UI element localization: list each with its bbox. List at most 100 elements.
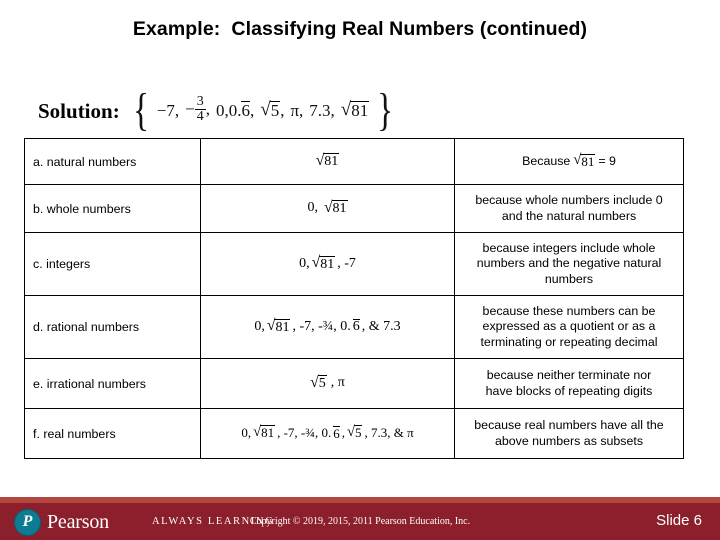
solution-set: { −7, −3 4, 0,0.6, √ 5, π, 7.3, √ 81 } <box>130 87 397 133</box>
row-reason: because integers include whole numbers a… <box>454 232 684 296</box>
table-row: d. rational numbers 0, √ 81 , -7, -¾, 0. 6… <box>24 295 684 359</box>
radicand: 81 <box>323 153 340 169</box>
radicand: 81 <box>580 153 596 169</box>
sqrt-icon: √ 81 <box>340 99 370 121</box>
sqrt-icon: √ 81 <box>266 317 291 335</box>
slide-footer: P Pearson ALWAYS LEARNING Copyright © 20… <box>0 497 720 540</box>
reason-line: and the natural numbers <box>501 208 637 223</box>
members-expression: 0, √ 81 <box>306 200 348 216</box>
members-expression: 0, √ 81 , -7, -¾, 0. 6, & 7.3 <box>253 317 401 335</box>
radicand: 81 <box>260 425 276 441</box>
members-expression: 0, √ 81 , -7 <box>298 254 357 272</box>
comma: , <box>280 100 285 120</box>
members-expression: 0, √ 81 , -7, -¾, 0. 6, √ 5 , 7.3, & π <box>240 425 414 441</box>
sqrt-icon: √ 5 <box>260 99 281 121</box>
sqrt-icon: √ 81 <box>253 423 276 441</box>
radical-sign: √ <box>315 151 325 169</box>
footer-copyright: Copyright © 2019, 2015, 2011 Pearson Edu… <box>249 516 471 527</box>
repeating-digit-overline: 6 <box>333 425 340 441</box>
radical-sign: √ <box>323 198 333 216</box>
fraction-three-fourths: 34 <box>194 94 206 125</box>
reason-line: numbers and the negative natural <box>476 256 662 271</box>
zero-and-point-six: 0,0. <box>215 100 242 120</box>
radicand: 81 <box>274 318 291 335</box>
reason-line: because integers include whole <box>482 241 656 256</box>
set-item-neg-seven: −7, <box>156 100 180 120</box>
row-reason: because real numbers have all the above … <box>454 408 684 459</box>
row-members: 0, √ 81 , -7, -¾, 0. 6, & 7.3 <box>200 295 455 359</box>
radical-sign: √ <box>310 373 319 391</box>
members-suffix: , 7.3, & π <box>364 425 414 440</box>
minus-sign: − <box>185 99 195 119</box>
radical-sign: √ <box>346 423 355 440</box>
reason-line: because whole numbers include 0 <box>475 193 663 208</box>
fraction-numerator: 3 <box>196 94 204 110</box>
comma: , <box>249 100 255 120</box>
row-members: 0, √ 81 , -7, -¾, 0. 6, √ 5 , 7.3, & π <box>200 408 455 459</box>
row-reason: because whole numbers include 0 and the … <box>454 184 684 233</box>
sqrt-icon: √ 5 <box>310 373 327 391</box>
row-label: f. real numbers <box>24 408 201 459</box>
reason-line: expressed as a quotient or as a <box>482 319 656 334</box>
set-item-sqrt-five: √ 5, <box>260 99 285 121</box>
radicand: 5 <box>353 425 363 441</box>
radical-sign: √ <box>253 423 262 440</box>
members-suffix: , π <box>330 375 345 391</box>
row-members: 0, √ 81 <box>200 184 455 233</box>
row-members: √ 81 <box>200 138 455 185</box>
footer-content: P Pearson ALWAYS LEARNING Copyright © 20… <box>0 503 720 540</box>
members-prefix: 0, <box>307 200 318 216</box>
members-suffix: , -7 <box>337 255 356 271</box>
reason-prefix: Because <box>522 153 571 168</box>
table-row: f. real numbers 0, √ 81 , -7, -¾, 0. 6, √ 5… <box>24 408 684 459</box>
fraction-denominator: 4 <box>194 109 206 125</box>
comma-sep: , <box>341 425 345 440</box>
row-label: b. whole numbers <box>24 184 201 233</box>
solution-label: Solution: <box>38 98 120 123</box>
members-expression: √ 5 , π <box>309 373 346 391</box>
reason-line: above numbers as subsets <box>494 433 644 448</box>
comma: , <box>205 99 210 119</box>
row-reason: Because √ 81 = 9 <box>454 138 684 185</box>
repeating-digit-overline: 6 <box>352 319 360 335</box>
set-item-pi: π, <box>290 100 304 120</box>
table-row: a. natural numbers √ 81 Because √ 81 = 9 <box>24 138 684 185</box>
members-mid: , -7, -¾, 0. <box>292 318 351 334</box>
members-suffix: , & 7.3 <box>361 318 401 334</box>
sqrt-icon: √ 81 <box>573 152 596 169</box>
slide-number: Slide 6 <box>656 512 702 529</box>
row-reason: because these numbers can be expressed a… <box>454 295 684 359</box>
row-label: e. irrational numbers <box>24 358 201 409</box>
solution-line: Solution: { −7, −3 4, 0,0.6, √ 5, π, 7.3, … <box>38 87 397 134</box>
sqrt-icon: √ 81 <box>324 200 348 216</box>
members-prefix: 0, <box>254 318 265 334</box>
radical-sign: √ <box>260 99 271 121</box>
radical-sign: √ <box>573 152 582 169</box>
set-item-sqrt-eightyone: √ 81 <box>340 99 370 121</box>
set-item-zero-and-repeating: 0,0.6, <box>215 100 255 121</box>
reason-line: because neither terminate nor <box>486 368 652 383</box>
members-prefix: 0, <box>299 255 310 271</box>
radical-sign: √ <box>311 254 321 272</box>
reason-suffix: = 9 <box>598 153 616 168</box>
row-reason: because neither terminate nor have block… <box>454 358 684 409</box>
classification-table: a. natural numbers √ 81 Because √ 81 = 9 b… <box>24 138 684 459</box>
radical-sign: √ <box>340 99 352 121</box>
radicand: 5 <box>317 375 327 391</box>
row-label: a. natural numbers <box>24 138 201 185</box>
radicand: 5 <box>269 100 281 120</box>
row-label: c. integers <box>24 232 201 296</box>
reason-line: have blocks of repeating digits <box>485 383 653 398</box>
row-members: √ 5 , π <box>200 358 455 409</box>
reason-line: because real numbers have all the <box>474 418 664 433</box>
repeating-digit-overline: 6 <box>241 100 250 120</box>
reason-expression: Because √ 81 = 9 <box>522 152 616 169</box>
row-members: 0, √ 81 , -7 <box>200 232 455 296</box>
table-row: b. whole numbers 0, √ 81 because whole nu… <box>24 184 684 233</box>
set-item-seven-point-three: 7.3, <box>309 100 335 120</box>
reason-line: terminating or repeating decimal <box>480 334 658 349</box>
radical-sign: √ <box>266 317 276 335</box>
sqrt-icon: √ 81 <box>315 151 340 169</box>
radicand: 81 <box>319 255 336 272</box>
solution-set-items: −7, −3 4, 0,0.6, √ 5, π, 7.3, √ 81 <box>152 94 374 126</box>
